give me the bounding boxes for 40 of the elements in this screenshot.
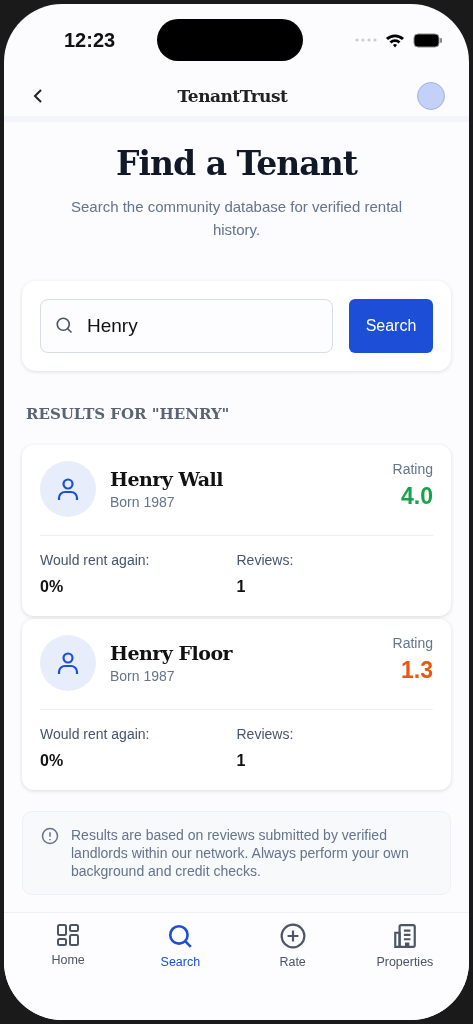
info-icon	[41, 827, 59, 845]
stat-value: 1	[236, 578, 246, 596]
search-icon	[167, 923, 194, 949]
stat-label: Reviews:	[236, 552, 294, 568]
person-icon	[57, 651, 79, 675]
battery-icon	[413, 32, 443, 48]
tenant-name: Henry Floor	[110, 642, 234, 664]
rating-label: Rating	[392, 635, 433, 651]
stat-label: Would rent again:	[40, 726, 150, 742]
stat-value: 0%	[40, 578, 64, 596]
rating-label: Rating	[392, 461, 433, 477]
plus-circle-icon	[279, 923, 306, 949]
person-icon	[57, 477, 79, 501]
page-subtitle: Search the community database for verified rental history.	[70, 197, 403, 240]
results-heading: RESULTS FOR "HENRY"	[26, 405, 231, 423]
tenant-card[interactable]: Henry Wall Born 1987 Rating 4.0 Would rent again: Reviews: 0% 1	[22, 445, 451, 616]
app-title: TenantTrust	[176, 86, 289, 106]
building-icon	[391, 923, 418, 949]
tenant-card[interactable]: Henry Floor Born 1987 Rating 1.3 Would rent again: Reviews: 0% 1	[22, 619, 451, 790]
status-time: 12:23	[64, 28, 116, 52]
birth-year: Born 1987	[110, 494, 176, 510]
stat-label: Would rent again:	[40, 552, 150, 568]
rating-value: 4.0	[401, 483, 433, 510]
search-field[interactable]: Henry	[40, 299, 333, 353]
grid-icon	[56, 923, 81, 947]
birth-year: Born 1987	[110, 668, 176, 684]
search-button[interactable]: Search	[349, 299, 433, 353]
nav-tab[interactable]: Properties	[359, 923, 450, 975]
nav-tab[interactable]: Home	[23, 923, 114, 975]
stat-value: 0%	[40, 752, 64, 770]
signal-icon	[355, 38, 377, 42]
page-title: Find a Tenant	[115, 144, 359, 183]
nav-tab[interactable]: Rate	[247, 923, 338, 975]
stat-label: Reviews:	[236, 726, 294, 742]
wifi-icon	[385, 32, 405, 48]
tenant-name: Henry Wall	[110, 468, 224, 490]
nav-tab[interactable]: Search	[135, 923, 226, 975]
stat-value: 1	[236, 752, 246, 770]
notice-text: Results are based on reviews submitted by verified landlords within our network. Always perform your own background and credit checks.	[71, 826, 410, 880]
rating-value: 1.3	[401, 657, 433, 684]
